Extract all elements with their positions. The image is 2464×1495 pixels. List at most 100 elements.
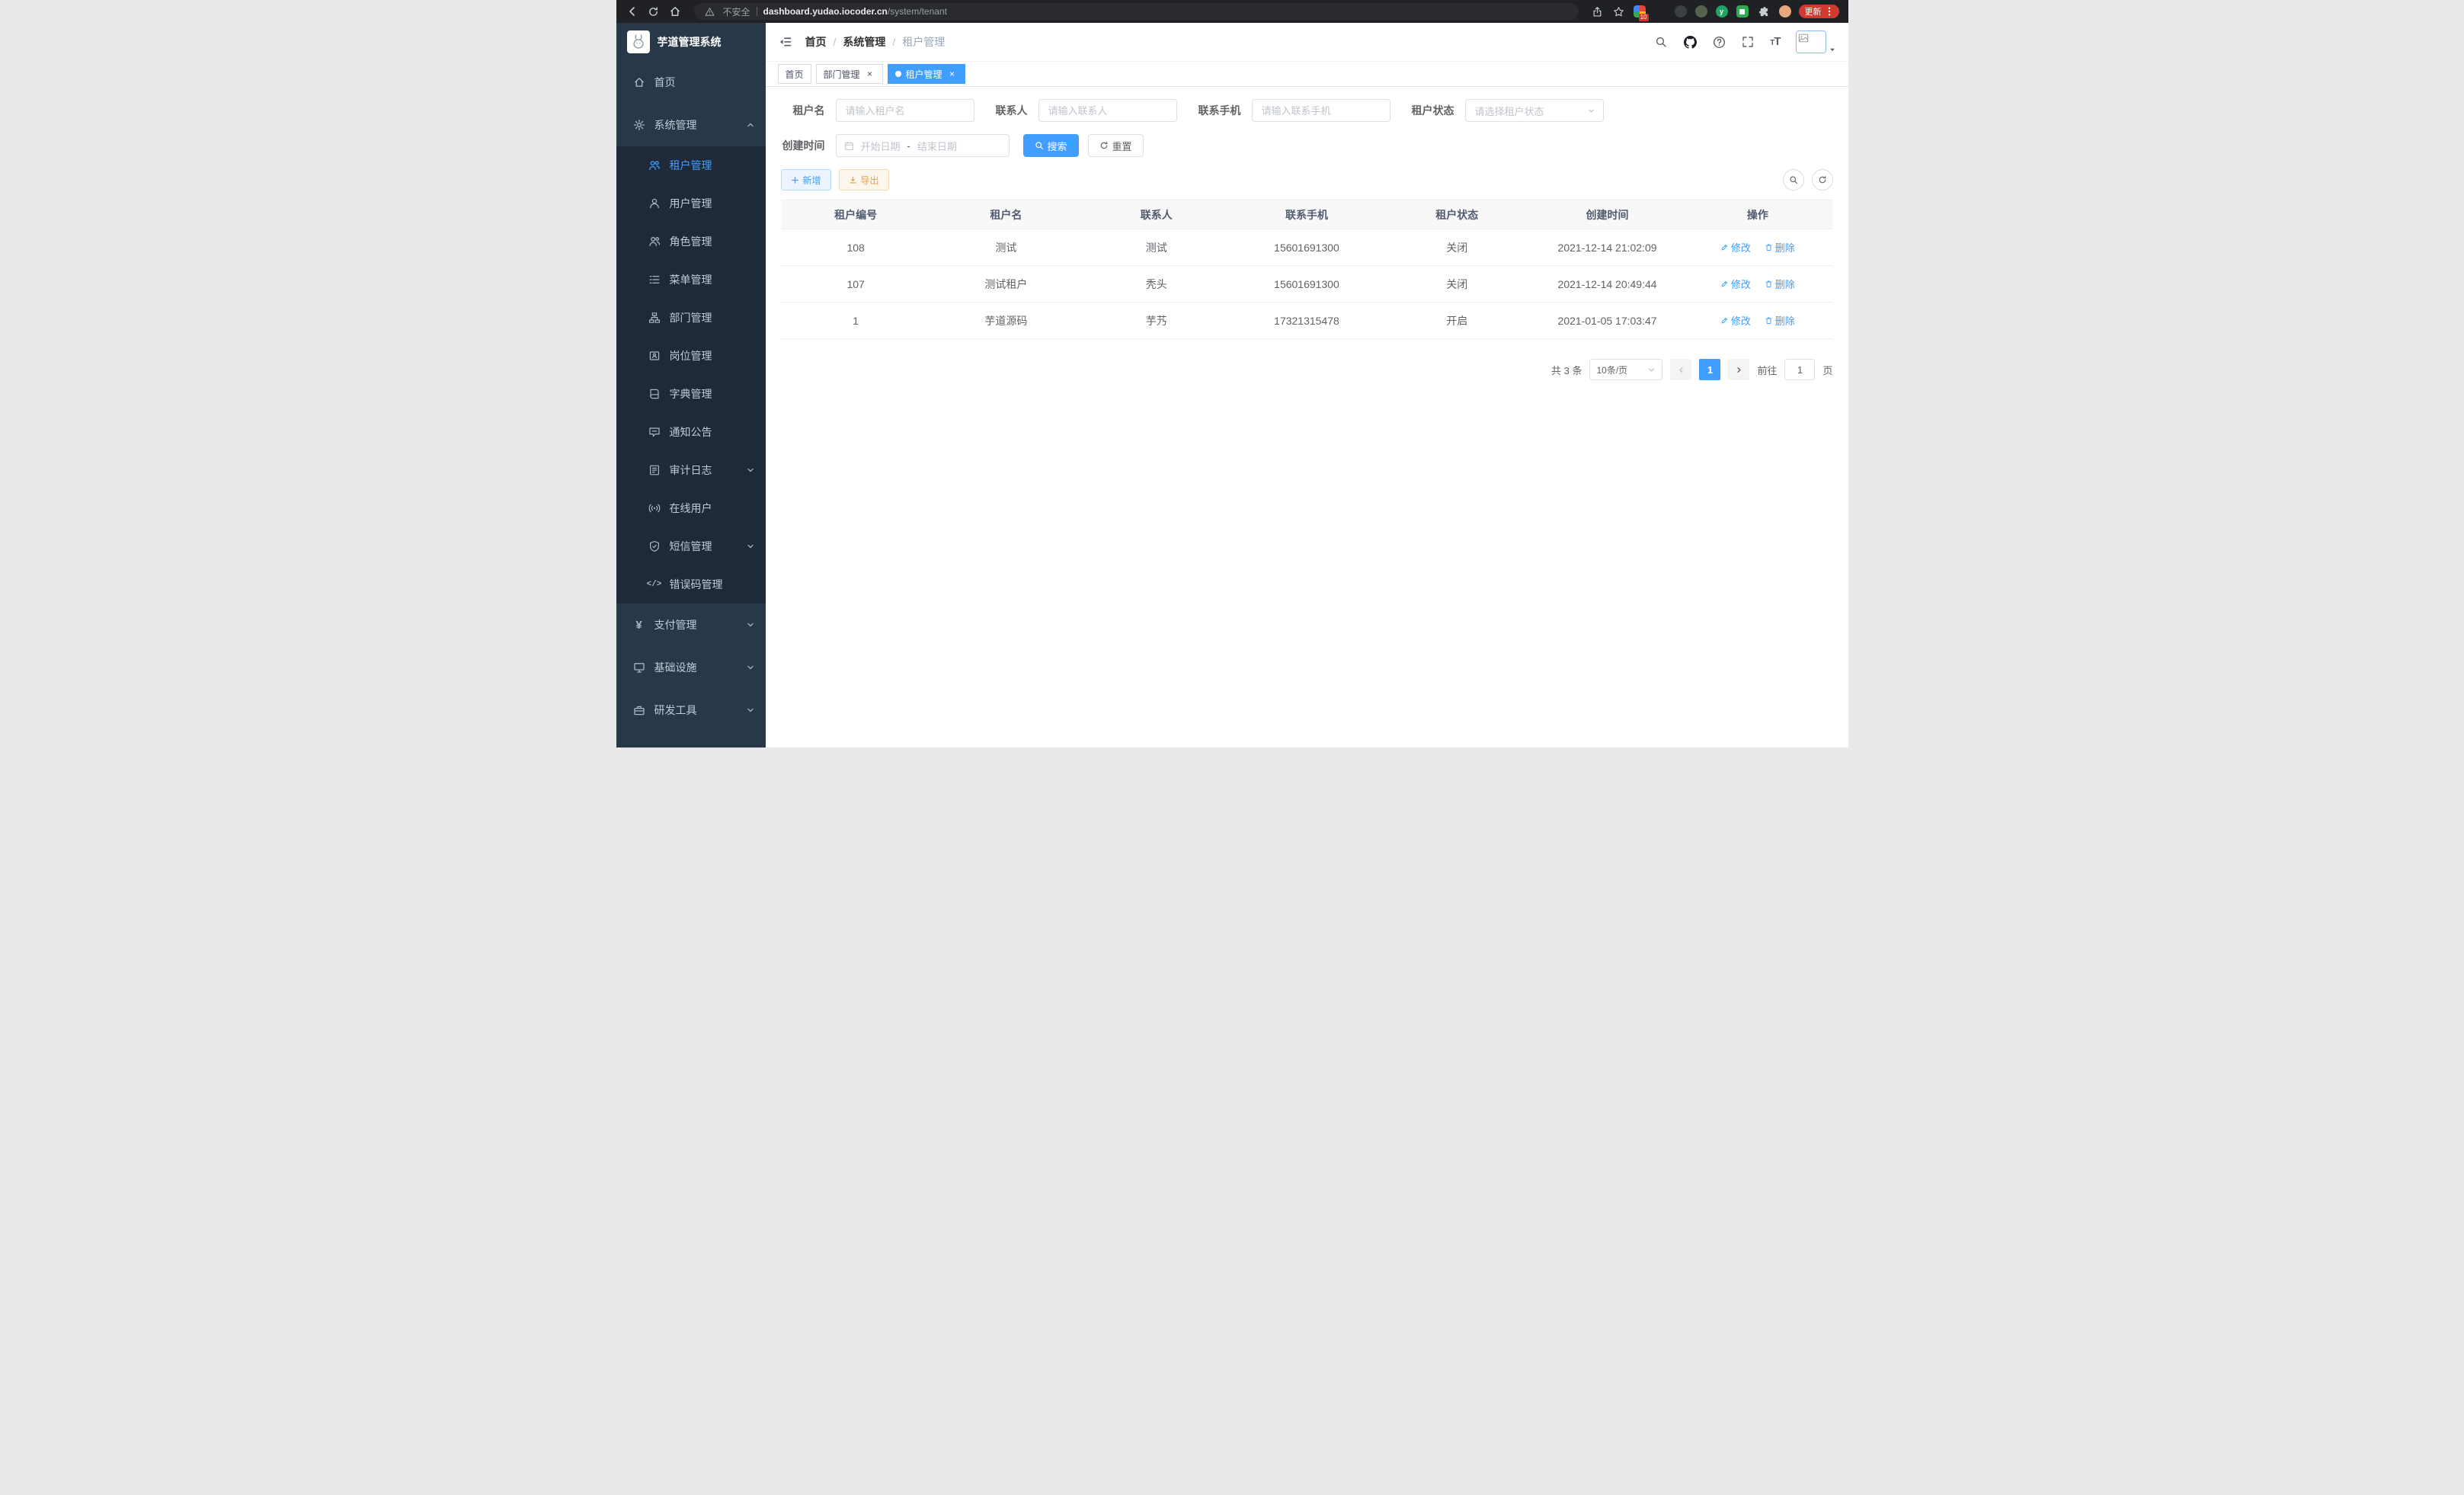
delete-link[interactable]: 删除 [1765,277,1795,291]
contact-input[interactable] [1038,99,1177,122]
prev-page-button[interactable] [1670,359,1691,380]
sidebar-item-label: 首页 [654,75,676,90]
filter-tenant-name: 租户名 [781,99,974,122]
toggle-search-button[interactable] [1783,169,1804,190]
url-text[interactable]: dashboard.yudao.iocoder.cn/system/tenant [763,6,947,17]
sidebar-item-menu[interactable]: 菜单管理 [616,261,766,299]
cell-phone: 15601691300 [1231,266,1381,303]
next-page-button[interactable] [1728,359,1749,380]
phone-input[interactable] [1252,99,1390,122]
breadcrumb-separator: / [892,36,895,48]
close-icon[interactable]: × [947,69,958,79]
date-range-picker[interactable]: 开始日期 - 结束日期 [836,134,1010,157]
address-bar[interactable]: 不安全 dashboard.yudao.iocoder.cn/system/te… [694,3,1579,20]
search-button[interactable]: 搜索 [1023,134,1079,157]
tab-home[interactable]: 首页 [778,64,811,84]
cell-contact: 芋艿 [1081,303,1231,339]
sidebar-item-label: 研发工具 [654,703,697,718]
reset-button[interactable]: 重置 [1088,134,1144,157]
font-size-icon[interactable]: TT [1770,35,1780,49]
breadcrumb-system[interactable]: 系统管理 [843,34,885,50]
goto-page-input[interactable] [1784,359,1815,380]
chevron-right-icon [1735,366,1743,374]
export-button[interactable]: 导出 [839,169,889,190]
cell-status: 开启 [1382,303,1532,339]
page-number-1[interactable]: 1 [1699,359,1720,380]
extension-olive-circle-icon[interactable] [1695,5,1707,18]
logo[interactable]: 芋道管理系统 [616,23,766,61]
table-header-row: 租户编号 租户名 联系人 联系手机 租户状态 创建时间 操作 [781,200,1833,229]
extension-green-circle-icon[interactable]: y [1716,5,1728,18]
cell-tenant-name: 测试 [931,229,1081,266]
extension-colorful-icon[interactable]: 10 [1634,5,1646,18]
browser-profile-avatar[interactable] [1779,5,1791,18]
sidebar-item-system[interactable]: 系统管理 [616,104,766,146]
logo-image [627,30,650,53]
sidebar-toggle-icon[interactable] [778,34,793,50]
sidebar-item-sms[interactable]: 短信管理 [616,527,766,565]
sidebar-item-dept[interactable]: 部门管理 [616,299,766,337]
sidebar-item-audit-log[interactable]: 审计日志 [616,451,766,489]
filter-phone: 联系手机 [1198,99,1390,122]
sidebar-item-role[interactable]: 角色管理 [616,222,766,261]
page-size-select[interactable]: 10条/页 [1589,359,1662,380]
sidebar-item-post[interactable]: 岗位管理 [616,337,766,375]
edit-link[interactable]: 修改 [1720,313,1751,328]
extensions-puzzle-icon[interactable] [1757,5,1771,18]
main-area: 首页 / 系统管理 / 租户管理 [766,23,1848,748]
close-icon[interactable]: × [865,69,875,79]
back-icon[interactable] [626,5,639,18]
trash-icon [1765,316,1773,325]
sidebar-item-online-user[interactable]: 在线用户 [616,489,766,527]
sidebar-item-error-code[interactable]: </> 错误码管理 [616,565,766,603]
header-search-icon[interactable] [1654,35,1668,49]
sidebar-item-home[interactable]: 首页 [616,61,766,104]
edit-link[interactable]: 修改 [1720,240,1751,255]
sidebar-item-tenant[interactable]: 租户管理 [616,146,766,184]
chevron-down-icon [746,706,755,715]
sidebar-item-label: 菜单管理 [670,272,712,287]
sidebar-item-notice[interactable]: 通知公告 [616,413,766,451]
edit-link[interactable]: 修改 [1720,277,1751,291]
sidebar-item-payment[interactable]: ¥ 支付管理 [616,603,766,646]
cell-contact: 秃头 [1081,266,1231,303]
status-select[interactable]: 请选择租户状态 [1465,99,1604,122]
chevron-down-icon [1647,366,1656,374]
tab-tenant[interactable]: 租户管理 × [888,64,965,84]
sidebar-item-dev-tools[interactable]: 研发工具 [616,689,766,731]
add-button[interactable]: 新增 [781,169,831,190]
download-icon [849,176,857,184]
extension-dark-circle-icon[interactable] [1675,5,1687,18]
tab-dept[interactable]: 部门管理 × [816,64,883,84]
table-toolbar: 新增 导出 [781,169,1833,190]
fullscreen-icon[interactable] [1741,35,1755,49]
cell-status: 关闭 [1382,229,1532,266]
extension-raindrop-icon[interactable] [1654,5,1666,18]
refresh-table-button[interactable] [1812,169,1833,190]
security-label[interactable]: 不安全 [723,5,750,18]
menu-list-icon [647,274,662,286]
chevron-down-icon [746,620,755,629]
help-icon[interactable] [1712,35,1726,49]
update-button[interactable]: 更新 [1799,5,1839,18]
delete-link[interactable]: 删除 [1765,240,1795,255]
home-icon[interactable] [668,5,682,18]
github-icon[interactable] [1683,35,1697,49]
sidebar-item-user[interactable]: 用户管理 [616,184,766,222]
tab-label: 部门管理 [824,68,860,81]
table-row: 108 测试 测试 15601691300 关闭 2021-12-14 21:0… [781,229,1833,266]
tab-label: 租户管理 [906,68,942,81]
user-avatar[interactable] [1796,30,1836,53]
sidebar-item-dict[interactable]: 字典管理 [616,375,766,413]
chevron-down-icon [746,663,755,672]
reload-icon[interactable] [647,5,661,18]
caret-down-icon [1829,46,1836,53]
share-icon[interactable] [1591,5,1605,18]
extension-green-square-icon[interactable] [1736,5,1749,18]
delete-link[interactable]: 删除 [1765,313,1795,328]
tenant-name-input[interactable] [836,99,974,122]
sidebar-item-infrastructure[interactable]: 基础设施 [616,646,766,689]
url-path: /system/tenant [888,6,947,17]
bookmark-star-icon[interactable] [1612,5,1626,18]
breadcrumb-home[interactable]: 首页 [805,34,827,50]
